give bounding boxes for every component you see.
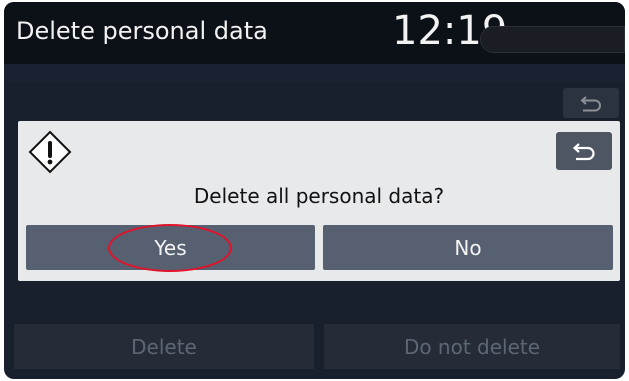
background-do-not-delete-button: Do not delete — [324, 324, 620, 369]
yes-label: Yes — [154, 235, 187, 260]
background-delete-button: Delete — [14, 324, 314, 369]
confirmation-dialog: Delete all personal data? Yes No — [18, 121, 620, 281]
screen-title: Delete personal data — [16, 17, 268, 45]
background-back-button — [563, 88, 619, 118]
no-label: No — [454, 235, 482, 260]
background-do-not-delete-label: Do not delete — [403, 334, 541, 359]
header-bar: Delete personal data 12:19 — [4, 2, 625, 64]
background-delete-label: Delete — [131, 334, 197, 359]
dialog-back-button[interactable] — [556, 132, 612, 170]
header-divider — [4, 64, 625, 82]
dialog-message: Delete all personal data? — [193, 184, 445, 208]
status-indicator — [480, 26, 625, 53]
warning-diamond-icon — [28, 130, 72, 174]
yes-button[interactable]: Yes — [26, 225, 315, 270]
no-button[interactable]: No — [323, 225, 613, 270]
return-arrow-icon — [572, 143, 595, 161]
return-arrow-icon — [580, 96, 601, 112]
